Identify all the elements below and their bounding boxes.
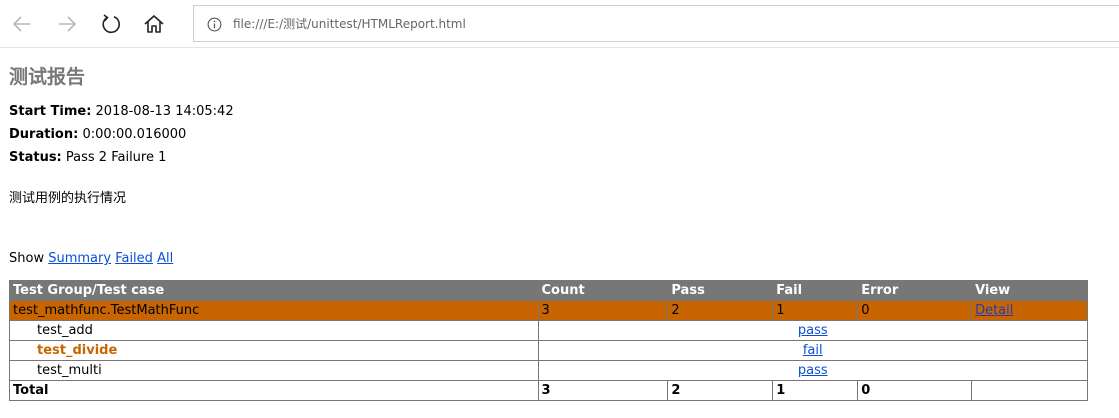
- column-header: Test Group/Test case: [9, 280, 539, 301]
- result-link[interactable]: pass: [798, 363, 828, 378]
- result-link[interactable]: fail: [803, 343, 823, 358]
- total-error: 0: [857, 380, 973, 401]
- total-row: Total 3 2 1 0: [9, 380, 1088, 401]
- test-case-result-cell: pass: [537, 320, 1088, 341]
- test-case-row: test_divide fail: [9, 340, 1088, 361]
- results-table: Test Group/Test case Count Pass Fail Err…: [9, 280, 1088, 401]
- report-attributes: Start Time: 2018-08-13 14:05:42 Duration…: [9, 100, 1109, 169]
- column-header: Error: [857, 280, 973, 301]
- forward-button[interactable]: [51, 8, 83, 40]
- detail-link[interactable]: Detail: [975, 303, 1013, 318]
- total-view: [971, 380, 1088, 401]
- arrow-left-icon: [12, 16, 30, 32]
- test-case-name: test_add: [9, 320, 539, 341]
- group-fail: 1: [772, 300, 859, 321]
- start-time-line: Start Time: 2018-08-13 14:05:42: [9, 100, 1109, 123]
- test-group-row: test_mathfunc.TestMathFunc 3 2 1 0 Detai…: [9, 300, 1088, 321]
- test-case-result-cell: fail: [537, 340, 1088, 361]
- group-count: 3: [537, 300, 669, 321]
- test-case-name: test_divide: [9, 340, 539, 361]
- test-case-result-cell: pass: [537, 360, 1088, 381]
- info-icon[interactable]: [207, 17, 222, 32]
- page-title: 测试报告: [9, 66, 86, 88]
- total-label: Total: [9, 380, 539, 401]
- total-count: 3: [537, 380, 669, 401]
- status-line: Status: Pass 2 Failure 1: [9, 146, 1109, 169]
- address-bar[interactable]: file:///E:/测试/unittest/HTMLReport.html: [193, 5, 1119, 42]
- all-link[interactable]: All: [157, 251, 173, 266]
- duration-label: Duration:: [9, 127, 79, 142]
- show-label: Show: [9, 251, 45, 266]
- status-label: Status:: [9, 150, 62, 165]
- test-case-row: test_multi pass: [9, 360, 1088, 381]
- column-header: Fail: [772, 280, 859, 301]
- group-view-cell: Detail: [971, 300, 1088, 321]
- show-filter: Show Summary Failed All: [9, 251, 173, 266]
- column-header: View: [971, 280, 1088, 301]
- home-button[interactable]: [138, 8, 170, 40]
- url-text[interactable]: file:///E:/测试/unittest/HTMLReport.html: [233, 15, 466, 32]
- duration-value: 0:00:00.016000: [82, 127, 187, 142]
- failed-link[interactable]: Failed: [115, 251, 153, 266]
- total-pass: 2: [667, 380, 774, 401]
- report-description: 测试用例的执行情况: [9, 191, 127, 206]
- arrow-right-icon: [59, 16, 77, 32]
- start-time-label: Start Time:: [9, 104, 92, 119]
- test-case-row: test_add pass: [9, 320, 1088, 341]
- table-header-row: Test Group/Test case Count Pass Fail Err…: [9, 280, 1088, 301]
- column-header: Pass: [667, 280, 774, 301]
- group-pass: 2: [667, 300, 774, 321]
- duration-line: Duration: 0:00:00.016000: [9, 123, 1109, 146]
- column-header: Count: [537, 280, 669, 301]
- start-time-value: 2018-08-13 14:05:42: [95, 104, 234, 119]
- group-name: test_mathfunc.TestMathFunc: [9, 300, 539, 321]
- back-button[interactable]: [6, 8, 38, 40]
- result-link[interactable]: pass: [798, 323, 828, 338]
- report-content: 测试报告 Start Time: 2018-08-13 14:05:42 Dur…: [9, 62, 1109, 266]
- group-error: 0: [857, 300, 973, 321]
- summary-link[interactable]: Summary: [48, 251, 111, 266]
- browser-toolbar: file:///E:/测试/unittest/HTMLReport.html: [0, 0, 1119, 48]
- refresh-button[interactable]: [95, 8, 127, 40]
- refresh-icon: [102, 14, 120, 34]
- test-case-name: test_multi: [9, 360, 539, 381]
- total-fail: 1: [772, 380, 859, 401]
- status-value: Pass 2 Failure 1: [65, 150, 167, 165]
- home-icon: [144, 15, 164, 33]
